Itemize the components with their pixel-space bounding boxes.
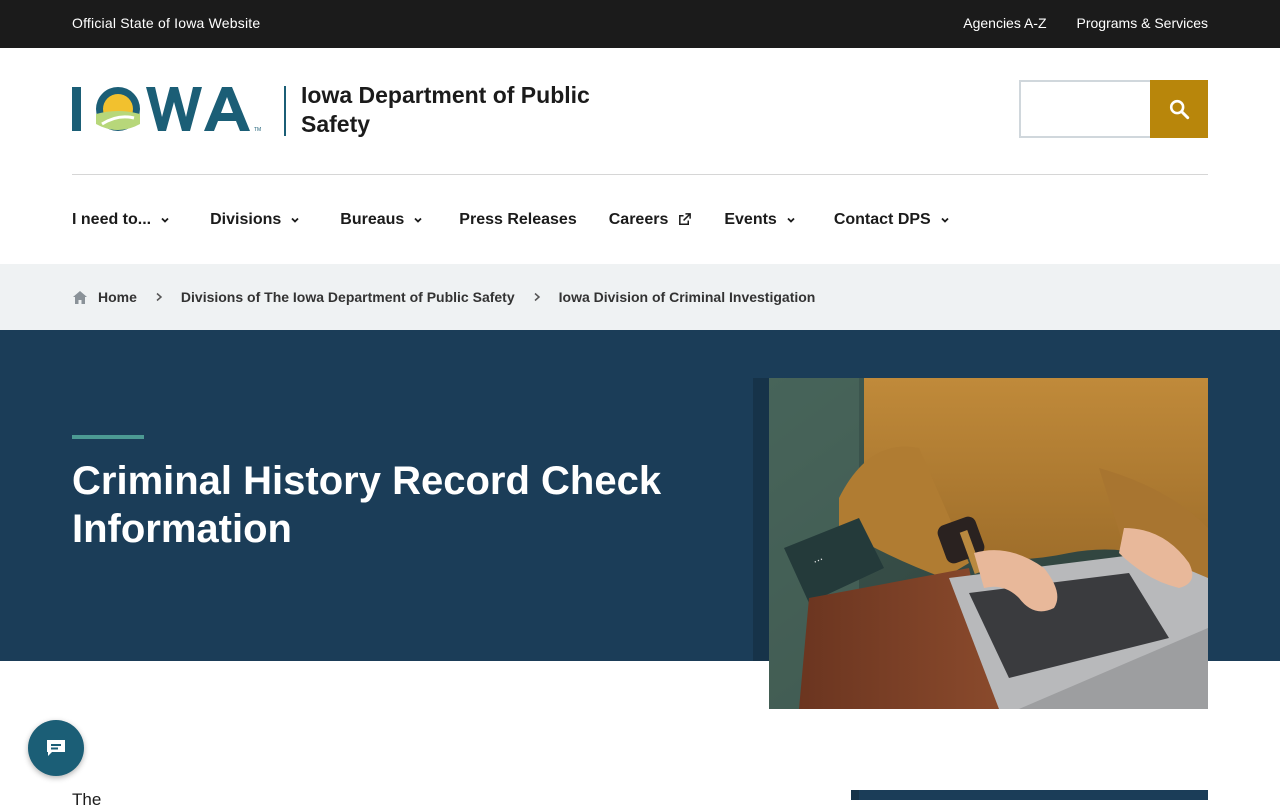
person-typing-laptop-photo: ... — [769, 378, 1208, 709]
intro-paragraph: The — [72, 790, 102, 809]
site-header: TM Iowa Department of Public Safety — [0, 48, 1280, 174]
breadcrumb-divisions[interactable]: Divisions of The Iowa Department of Publ… — [181, 289, 515, 305]
svg-text:TM: TM — [254, 127, 261, 133]
breadcrumb-dci[interactable]: Iowa Division of Criminal Investigation — [559, 289, 816, 305]
nav-contact-dps[interactable]: Contact DPS — [834, 211, 950, 229]
nav-i-need-to[interactable]: I need to... — [72, 211, 170, 229]
chevron-right-icon — [534, 292, 540, 302]
chevron-right-icon — [156, 292, 163, 302]
home-icon — [73, 290, 87, 304]
chat-button[interactable] — [28, 720, 84, 776]
hero-photo-frame — [753, 378, 769, 661]
chevron-down-icon — [787, 217, 795, 223]
sidebar-panel — [851, 790, 1208, 800]
chat-bubble-icon — [47, 740, 65, 756]
nav-careers[interactable]: Careers — [609, 211, 693, 229]
search-icon — [1169, 99, 1190, 120]
chevron-down-icon — [941, 217, 949, 223]
search-button[interactable] — [1150, 80, 1208, 138]
hero-photo: ... — [769, 378, 1208, 709]
search-input[interactable] — [1019, 80, 1150, 138]
utility-bar: Official State of Iowa Website Agencies … — [0, 0, 1280, 48]
department-name[interactable]: Iowa Department of Public Safety — [301, 81, 641, 139]
utility-links: Agencies A-Z Programs & Services — [963, 15, 1208, 31]
breadcrumb: Home Divisions of The Iowa Department of… — [0, 264, 1280, 330]
logo-divider — [284, 86, 286, 136]
chevron-down-icon — [161, 217, 169, 223]
official-website-label: Official State of Iowa Website — [72, 15, 261, 31]
main-navigation: I need to... Divisions Bureaus Press Rel… — [72, 175, 1208, 264]
agencies-a-z-link[interactable]: Agencies A-Z — [963, 15, 1046, 31]
page-title: Criminal History Record Check Informatio… — [72, 459, 662, 551]
chevron-down-icon — [291, 217, 299, 223]
programs-services-link[interactable]: Programs & Services — [1077, 15, 1208, 31]
search-form — [1019, 80, 1208, 138]
chevron-down-icon — [414, 217, 422, 223]
external-link-icon — [679, 213, 692, 225]
breadcrumb-home[interactable]: Home — [72, 289, 137, 305]
iowa-logo[interactable]: TM — [72, 84, 272, 138]
nav-bureaus[interactable]: Bureaus — [340, 211, 423, 229]
nav-divisions[interactable]: Divisions — [210, 211, 300, 229]
iowa-logo-icon: TM — [72, 87, 261, 133]
nav-press-releases[interactable]: Press Releases — [459, 211, 576, 229]
nav-events[interactable]: Events — [724, 211, 795, 229]
hero-accent-line — [72, 435, 144, 439]
